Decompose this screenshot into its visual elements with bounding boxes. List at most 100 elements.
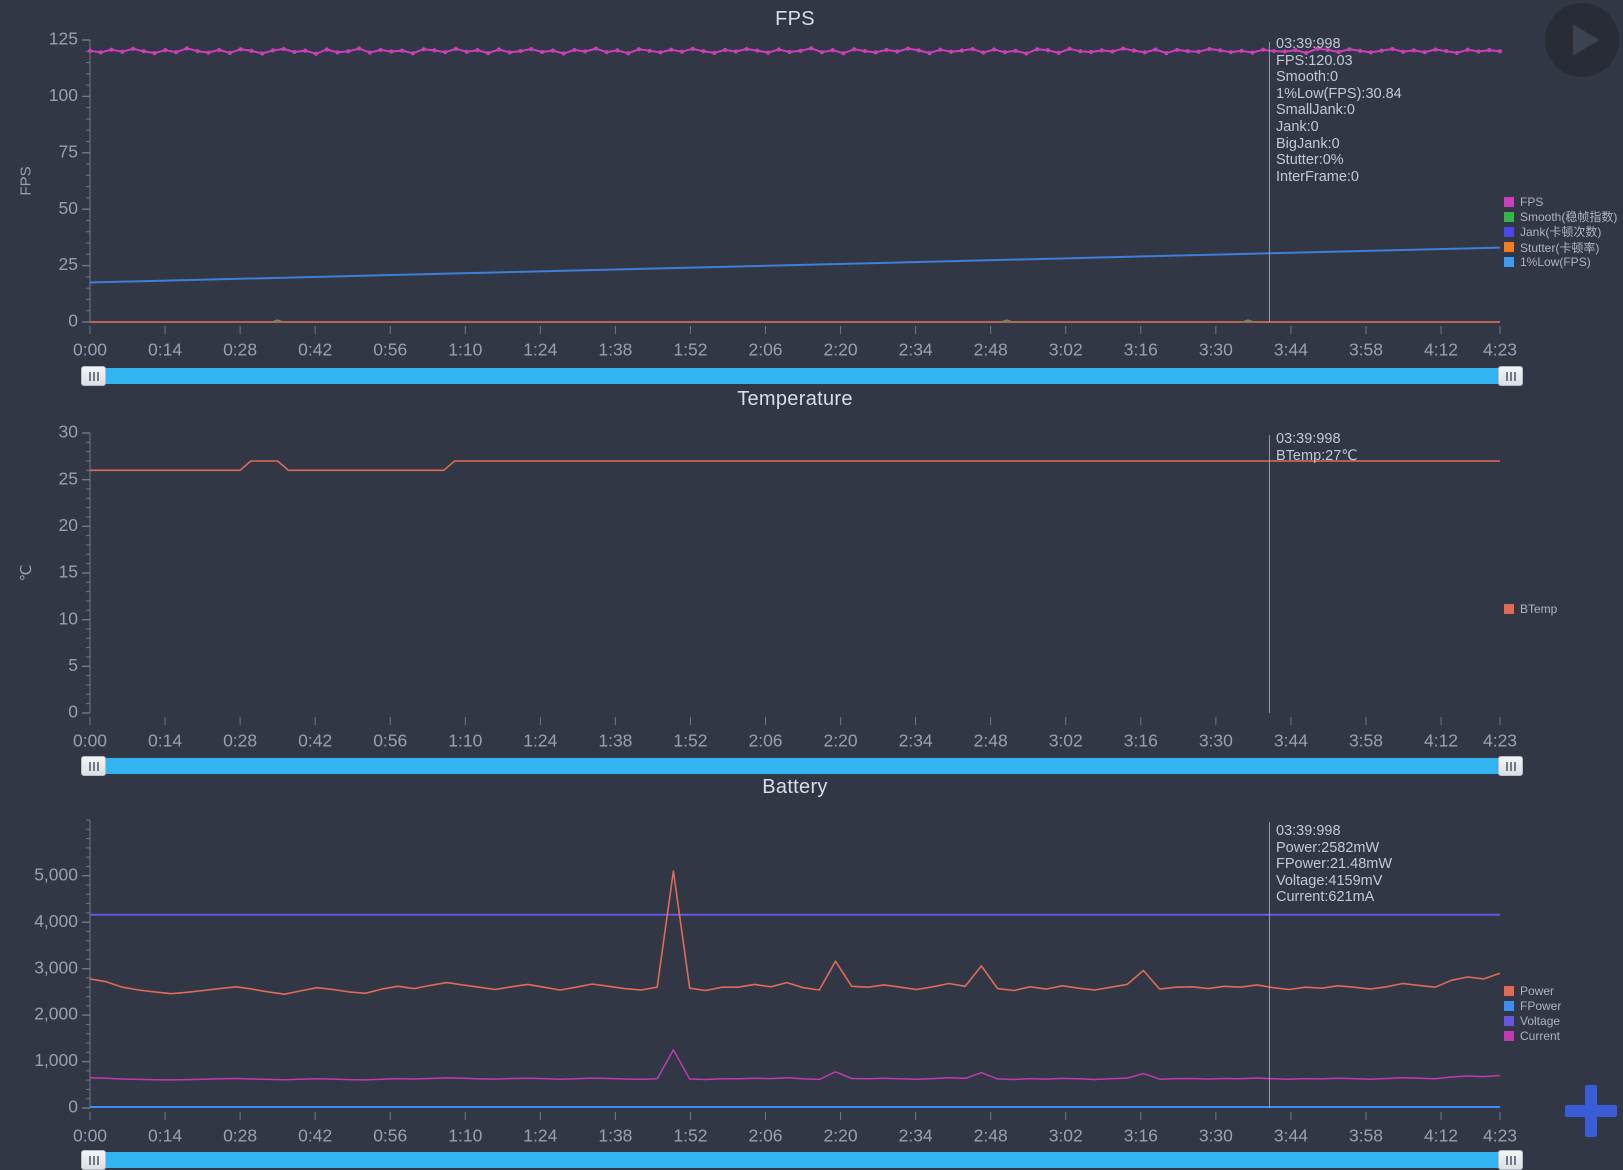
x-tick-label: 2:06: [748, 340, 782, 360]
x-tick-label: 3:16: [1124, 1126, 1158, 1146]
scrollbar-temperature[interactable]: [81, 756, 1523, 776]
series-marker-fps: [1487, 48, 1491, 52]
scrollbar-range-track[interactable]: [104, 1152, 1500, 1168]
scrollbar-left-handle[interactable]: [81, 366, 106, 386]
y-tick-label: 50: [59, 198, 79, 218]
series-line-fps: [90, 48, 1500, 54]
legend-item[interactable]: Stutter(卡顿率): [1504, 240, 1617, 255]
y-tick-label: 3,000: [34, 957, 78, 977]
series-marker-fps: [303, 49, 307, 53]
grip-line: [1506, 762, 1508, 771]
x-tick-label: 2:06: [748, 731, 782, 751]
series-marker-fps: [1229, 50, 1233, 54]
x-tick-label: 4:12: [1424, 1126, 1458, 1146]
x-tick-label: 0:00: [73, 731, 107, 751]
legend-item[interactable]: 1%Low(FPS): [1504, 255, 1617, 270]
series-marker-fps: [1207, 47, 1211, 51]
y-tick-label: 25: [59, 254, 78, 274]
series-marker-fps: [927, 51, 931, 55]
play-icon: [1573, 24, 1599, 56]
series-marker-fps: [249, 49, 253, 53]
play-button[interactable]: [1545, 3, 1619, 77]
legend-fps: FPSSmooth(稳帧指数)Jank(卡顿次数)Stutter(卡顿率)1%L…: [1504, 194, 1617, 270]
series-marker-fps: [529, 47, 533, 51]
legend-item[interactable]: Smooth(稳帧指数): [1504, 209, 1617, 224]
series-marker-fps: [917, 48, 921, 52]
charts-canvas[interactable]: 02550751001250:000:140:280:420:561:101:2…: [0, 0, 1623, 1167]
series-marker-fps: [400, 49, 404, 53]
series-marker-fps: [292, 50, 296, 54]
series-marker-fps: [1369, 50, 1373, 54]
series-line-power: [90, 871, 1500, 994]
x-tick-label: 4:23: [1483, 340, 1517, 360]
scrollbar-fps[interactable]: [81, 366, 1523, 386]
legend-item[interactable]: BTemp: [1504, 601, 1557, 616]
series-marker-fps: [411, 51, 415, 55]
series-marker-fps: [1121, 46, 1125, 50]
scrollbar-range-track[interactable]: [104, 368, 1500, 384]
series-marker-fps: [723, 48, 727, 52]
legend-item[interactable]: Power: [1504, 983, 1561, 998]
chart-title-temperature: Temperature: [90, 388, 1500, 411]
x-tick-label: 3:30: [1199, 1126, 1233, 1146]
series-marker-fps: [938, 48, 942, 52]
series-marker-fps: [1153, 47, 1157, 51]
x-tick-label: 3:02: [1049, 340, 1083, 360]
x-tick-label: 2:20: [824, 1126, 858, 1146]
series-marker-fps: [99, 50, 103, 54]
legend-item[interactable]: Current: [1504, 1029, 1561, 1044]
x-tick-label: 3:58: [1349, 731, 1383, 751]
legend-item[interactable]: FPower: [1504, 998, 1561, 1013]
series-marker-fps: [680, 50, 684, 54]
legend-item[interactable]: Jank(卡顿次数): [1504, 224, 1617, 239]
series-marker-fps: [895, 49, 899, 53]
x-tick-label: 1:52: [673, 340, 707, 360]
series-marker-fps: [508, 50, 512, 54]
scrollbar-range-track[interactable]: [104, 758, 1500, 774]
grip-line: [97, 372, 99, 381]
series-marker-fps: [1390, 47, 1394, 51]
chart-fps: 02550751001250:000:140:280:420:561:101:2…: [49, 29, 1517, 360]
y-tick-label: 25: [59, 468, 78, 488]
series-marker-fps: [701, 49, 705, 53]
series-marker-fps: [163, 48, 167, 52]
scrollbar-battery[interactable]: [81, 1150, 1523, 1170]
y-axis-label-fps: FPS: [18, 166, 35, 195]
legend-item[interactable]: Voltage: [1504, 1013, 1561, 1028]
scrollbar-right-handle[interactable]: [1498, 366, 1523, 386]
series-line-btemp: [90, 461, 1500, 470]
x-tick-label: 1:24: [523, 731, 557, 751]
x-tick-label: 0:28: [223, 731, 257, 751]
y-tick-label: 75: [59, 141, 78, 161]
scrollbar-right-handle[interactable]: [1498, 756, 1523, 776]
series-marker-fps: [217, 48, 221, 52]
series-marker-fps: [594, 46, 598, 50]
scrollbar-right-handle[interactable]: [1498, 1150, 1523, 1170]
legend-battery: PowerFPowerVoltageCurrent: [1504, 983, 1561, 1044]
y-tick-label: 15: [59, 562, 78, 582]
x-tick-label: 0:42: [298, 340, 332, 360]
x-tick-label: 0:14: [148, 1126, 182, 1146]
x-tick-label: 0:14: [148, 340, 182, 360]
y-tick-label: 10: [59, 608, 79, 628]
x-tick-label: 1:38: [598, 1126, 632, 1146]
series-marker-fps: [863, 49, 867, 53]
series-marker-fps: [755, 49, 759, 53]
series-marker-fps: [422, 47, 426, 51]
legend-item[interactable]: FPS: [1504, 194, 1617, 209]
series-marker-fps: [1024, 51, 1028, 55]
x-tick-label: 0:14: [148, 731, 182, 751]
series-marker-fps: [1014, 49, 1018, 53]
series-marker-fps: [1444, 49, 1448, 53]
series-marker-fps: [282, 47, 286, 51]
grip-line: [1514, 762, 1516, 771]
scrollbar-left-handle[interactable]: [81, 1150, 106, 1170]
series-marker-fps: [820, 50, 824, 54]
legend-label: FPS: [1520, 195, 1543, 209]
scrollbar-left-handle[interactable]: [81, 756, 106, 776]
series-marker-fps: [228, 51, 232, 55]
y-tick-label: 2,000: [34, 1004, 78, 1024]
plus-icon[interactable]: [1585, 1085, 1597, 1137]
series-marker-fps: [1358, 49, 1362, 53]
series-marker-fps: [454, 47, 458, 51]
